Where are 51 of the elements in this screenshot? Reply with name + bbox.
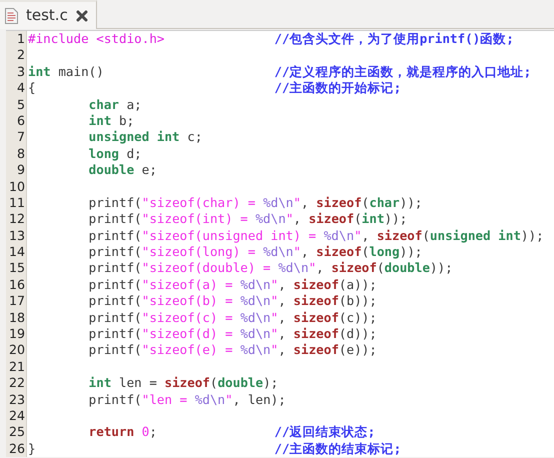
line-number: 19	[8, 326, 25, 342]
line-number: 18	[8, 310, 25, 326]
code-line: unsigned int c;	[88, 129, 204, 146]
line-number: 2	[16, 47, 25, 64]
code-line: printf("sizeof(long) = %d\n", sizeof(long));	[88, 244, 424, 260]
line-number: 3	[16, 64, 25, 80]
line-number: 13	[8, 228, 25, 244]
code-line: printf("len = %d\n", len);	[88, 392, 287, 408]
line-number: 25	[8, 424, 25, 441]
code-line: printf("sizeof(b) = %d\n", sizeof(b));	[88, 293, 378, 310]
line-number: 9	[16, 162, 25, 179]
line-number: 22	[8, 375, 25, 392]
line-number: 23	[8, 392, 25, 408]
line-number: 6	[16, 112, 25, 130]
line-number: 8	[16, 146, 25, 162]
code-line: long d;	[88, 146, 143, 162]
line-number: 15	[8, 260, 25, 277]
line-number: 17	[8, 293, 25, 310]
code-line: double e;	[88, 162, 158, 179]
close-icon[interactable]	[76, 10, 88, 22]
code-line: int main() //定义程序的主函数，就是程序的入口地址;	[27, 64, 532, 80]
file-icon	[5, 8, 18, 24]
code-line: printf("sizeof(unsigned int) = %d\n", sizeof(unsigned int));	[88, 228, 545, 244]
file-tab[interactable]: test.c	[0, 0, 97, 29]
line-number: 16	[8, 276, 25, 294]
code-line: printf("sizeof(c) = %d\n", sizeof(c));	[88, 310, 378, 326]
line-number: 14	[8, 244, 25, 260]
code-line: #include <stdio.h> //包含头文件，为了使用printf()函数;	[27, 31, 515, 48]
line-number: 21	[8, 358, 25, 376]
line-number: 20	[8, 342, 25, 359]
code-line: char a;	[88, 96, 143, 113]
line-number: 5	[16, 96, 25, 113]
code-line: printf("sizeof(d) = %d\n", sizeof(d));	[88, 326, 378, 342]
line-number: 24	[8, 408, 25, 424]
code-line: printf("sizeof(char) = %d\n", sizeof(char));	[88, 194, 424, 212]
line-number: 26	[8, 440, 25, 458]
code-line: printf("sizeof(e) = %d\n", sizeof(e));	[88, 342, 378, 359]
line-number: 11	[8, 194, 25, 212]
line-number: 7	[16, 129, 25, 146]
code-line: return 0; //返回结束状态;	[88, 424, 376, 441]
line-number: 1	[16, 31, 25, 48]
code-line: printf("sizeof(a) = %d\n", sizeof(a));	[88, 276, 378, 294]
code-line: { //主函数的开始标记;	[27, 80, 402, 97]
code-line: int b;	[88, 112, 136, 130]
code-line: int len = sizeof(double);	[88, 375, 280, 392]
line-number: 10	[8, 178, 25, 195]
line-number: 12	[8, 211, 25, 228]
code-line: } //主函数的结束标记;	[27, 440, 402, 458]
line-number: 4	[16, 80, 25, 97]
code-line: printf("sizeof(int) = %d\n", sizeof(int));	[88, 211, 408, 228]
code-line: printf("sizeof(double) = %d\n", sizeof(double));	[88, 260, 454, 277]
